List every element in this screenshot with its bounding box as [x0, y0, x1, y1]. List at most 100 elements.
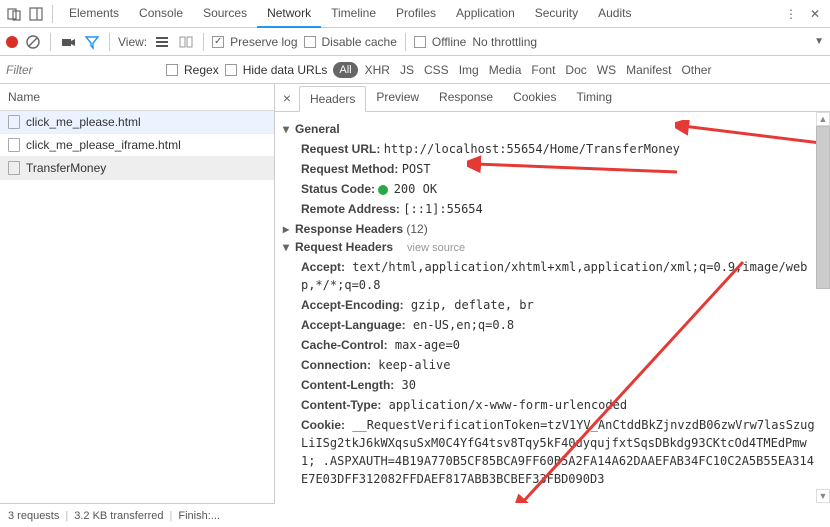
file-icon [8, 161, 20, 175]
regex-label: Regex [184, 63, 219, 77]
header-row: Accept-Language: en-US,en;q=0.8 [301, 316, 820, 334]
preserve-log-checkbox[interactable] [212, 36, 224, 48]
dock-side-icon[interactable] [26, 4, 46, 24]
tab-profiles[interactable]: Profiles [386, 0, 446, 28]
filter-type-all[interactable]: All [333, 62, 357, 78]
filter-input[interactable] [0, 59, 160, 81]
tab-application[interactable]: Application [446, 0, 525, 28]
offline-checkbox[interactable] [414, 36, 426, 48]
request-method-row: Request Method: POST [301, 160, 820, 178]
view-list-icon[interactable] [153, 33, 171, 51]
tab-network[interactable]: Network [257, 0, 321, 28]
divider [52, 5, 53, 23]
network-filter-bar: Regex Hide data URLs AllXHRJSCSSImgMedia… [0, 56, 830, 84]
tab-audits[interactable]: Audits [588, 0, 641, 28]
request-name: click_me_please.html [26, 115, 141, 129]
tab-sources[interactable]: Sources [193, 0, 257, 28]
request-name: click_me_please_iframe.html [26, 138, 181, 152]
footer-finish: Finish:... [178, 510, 220, 522]
device-mode-icon[interactable] [4, 4, 24, 24]
close-detail-icon[interactable]: × [275, 90, 299, 106]
network-main: Name click_me_please.html click_me_please… [0, 84, 830, 503]
camera-icon[interactable] [59, 33, 77, 51]
filter-type-ws[interactable]: WS [594, 61, 619, 79]
record-icon[interactable] [6, 36, 18, 48]
header-value: gzip, deflate, br [404, 298, 534, 312]
filter-type-xhr[interactable]: XHR [362, 61, 393, 79]
request-row[interactable]: TransferMoney [0, 157, 274, 180]
filter-type-manifest[interactable]: Manifest [623, 61, 674, 79]
header-key: Accept: [301, 260, 345, 274]
request-row[interactable]: click_me_please.html [0, 111, 274, 134]
filter-icon[interactable] [83, 33, 101, 51]
request-detail-panel: × HeadersPreviewResponseCookiesTiming Ge… [275, 84, 830, 503]
header-value: en-US,en;q=0.8 [406, 318, 514, 332]
header-row: Accept: text/html,application/xhtml+xml,… [301, 258, 820, 294]
header-value: max-age=0 [388, 338, 460, 352]
throttling-select[interactable]: No throttling [472, 35, 537, 49]
tab-elements[interactable]: Elements [59, 0, 129, 28]
header-value: 30 [394, 378, 416, 392]
kebab-menu-icon[interactable]: ⋮ [780, 7, 802, 21]
detail-tab-cookies[interactable]: Cookies [503, 85, 566, 111]
header-row: Cookie: __RequestVerificationToken=tzV1Y… [301, 416, 820, 488]
disable-cache-checkbox[interactable] [304, 36, 316, 48]
detail-tab-headers[interactable]: Headers [299, 86, 366, 112]
hide-data-urls-checkbox[interactable] [225, 64, 237, 76]
remote-address-row: Remote Address: [::1]:55654 [301, 200, 820, 218]
header-key: Content-Length: [301, 378, 394, 392]
filter-type-font[interactable]: Font [528, 61, 558, 79]
devtools-tabstrip: ElementsConsoleSourcesNetworkTimelinePro… [0, 0, 830, 28]
header-value: keep-alive [371, 358, 450, 372]
header-key: Accept-Language: [301, 318, 406, 332]
clear-icon[interactable] [24, 33, 42, 51]
detail-body: General Request URL: http://localhost:55… [275, 112, 830, 503]
scrollbar-thumb[interactable] [816, 126, 830, 289]
detail-tab-preview[interactable]: Preview [366, 85, 429, 111]
header-row: Content-Type: application/x-www-form-url… [301, 396, 820, 414]
filter-type-css[interactable]: CSS [421, 61, 452, 79]
footer-transferred: 3.2 KB transferred [74, 510, 163, 522]
preserve-log-label: Preserve log [230, 35, 297, 49]
request-url-row: Request URL: http://localhost:55654/Home… [301, 140, 820, 158]
detail-tab-response[interactable]: Response [429, 85, 503, 111]
section-request-headers-title[interactable]: Request Headersview source [283, 240, 820, 254]
header-key: Cache-Control: [301, 338, 388, 352]
vertical-scrollbar[interactable]: ▲ ▼ [816, 112, 830, 503]
scroll-up-icon[interactable]: ▲ [816, 112, 830, 126]
section-general-title[interactable]: General [283, 122, 820, 136]
status-dot-icon [378, 185, 388, 195]
header-row: Connection: keep-alive [301, 356, 820, 374]
header-key: Connection: [301, 358, 371, 372]
filter-type-media[interactable]: Media [486, 61, 525, 79]
header-value: __RequestVerificationToken=tzV1YV_AnCtdd… [301, 418, 815, 486]
detail-tab-timing[interactable]: Timing [566, 85, 622, 111]
filter-type-img[interactable]: Img [456, 61, 482, 79]
regex-checkbox[interactable] [166, 64, 178, 76]
requests-panel: Name click_me_please.html click_me_please… [0, 84, 275, 503]
close-devtools-icon[interactable]: ✕ [804, 7, 826, 21]
request-name: TransferMoney [26, 161, 106, 175]
detail-tabs: × HeadersPreviewResponseCookiesTiming [275, 84, 830, 112]
header-row: Accept-Encoding: gzip, deflate, br [301, 296, 820, 314]
view-source-link[interactable]: view source [407, 242, 465, 254]
header-value: text/html,application/xhtml+xml,applicat… [301, 260, 807, 292]
header-row: Cache-Control: max-age=0 [301, 336, 820, 354]
tab-timeline[interactable]: Timeline [321, 0, 386, 28]
status-code-row: Status Code: 200 OK [301, 180, 820, 198]
section-response-headers-title[interactable]: Response Headers (12) [283, 222, 820, 236]
scroll-down-icon[interactable]: ▼ [816, 489, 830, 503]
requests-header[interactable]: Name [0, 84, 274, 111]
tab-console[interactable]: Console [129, 0, 193, 28]
filter-type-doc[interactable]: Doc [562, 61, 589, 79]
chevron-down-icon[interactable]: ▼ [814, 36, 824, 47]
request-row[interactable]: click_me_please_iframe.html [0, 134, 274, 157]
view-frames-icon[interactable] [177, 33, 195, 51]
filter-type-js[interactable]: JS [397, 61, 417, 79]
filter-type-other[interactable]: Other [678, 61, 714, 79]
file-icon [8, 115, 20, 129]
tab-security[interactable]: Security [525, 0, 588, 28]
header-key: Content-Type: [301, 398, 381, 412]
offline-label: Offline [432, 35, 466, 49]
file-icon [8, 138, 20, 152]
